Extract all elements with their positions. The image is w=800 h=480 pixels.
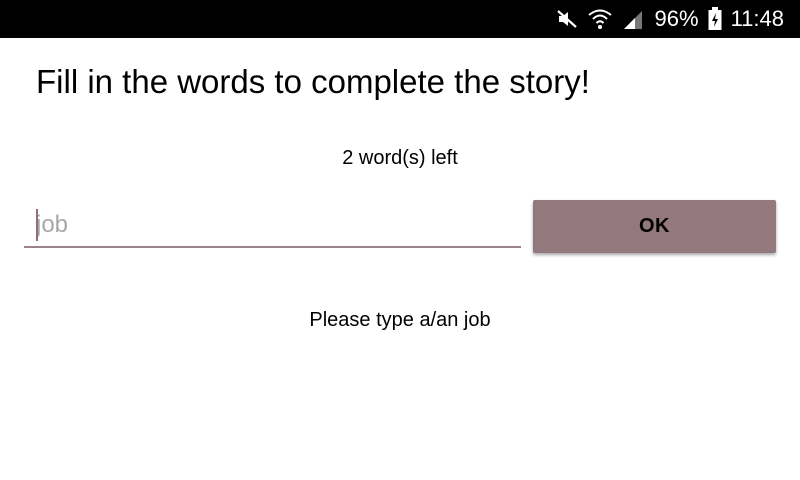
word-prompt: Please type a/an job bbox=[309, 309, 491, 331]
text-cursor bbox=[36, 209, 38, 241]
word-input[interactable] bbox=[24, 204, 521, 248]
signal-icon bbox=[621, 7, 645, 31]
status-bar: 96% 11:48 bbox=[0, 0, 800, 38]
battery-percentage: 96% bbox=[654, 6, 699, 31]
clock: 11:48 bbox=[730, 6, 784, 31]
wifi-icon bbox=[587, 7, 613, 31]
words-left-counter: 2 word(s) left bbox=[342, 147, 458, 169]
mute-icon bbox=[555, 7, 579, 31]
battery-icon bbox=[707, 6, 723, 32]
ok-button[interactable]: OK bbox=[533, 200, 776, 253]
page-title: Fill in the words to complete the story! bbox=[36, 63, 590, 100]
